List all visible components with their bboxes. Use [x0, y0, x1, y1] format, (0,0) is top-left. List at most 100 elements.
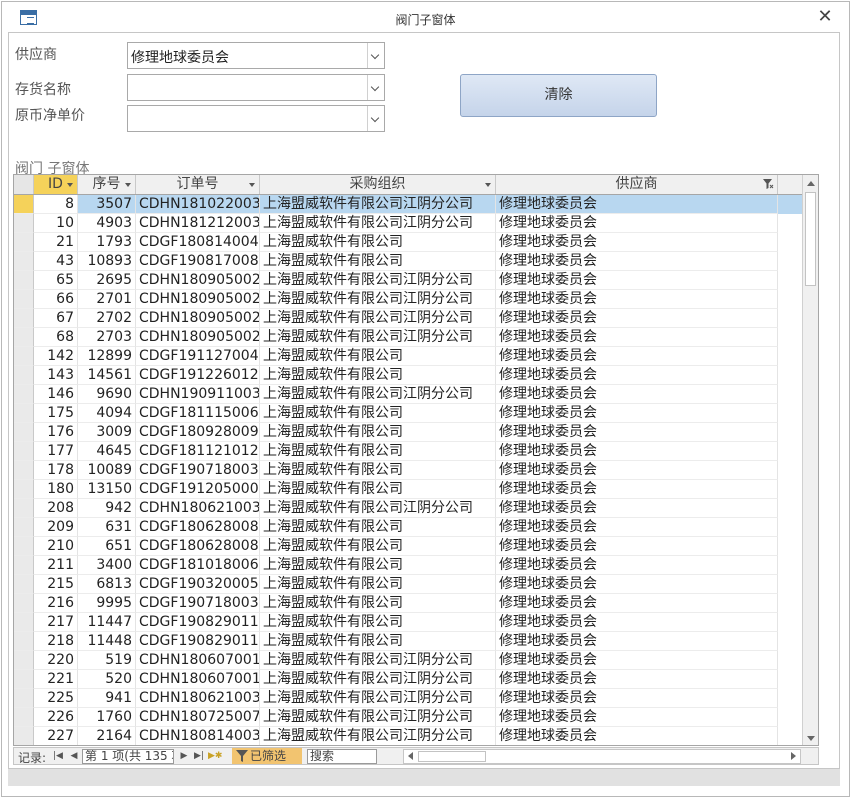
cell-id[interactable]: 65	[34, 271, 78, 290]
filtered-toggle[interactable]: 已筛选	[232, 748, 302, 764]
table-row[interactable]: 210 651 CDGF1806280085 上海盟威软件有限公司 修理地球委员会	[14, 537, 804, 556]
table-row[interactable]: 146 9690 CDHN1909110035 上海盟威软件有限公司江阴分公司 修理地球…	[14, 385, 804, 404]
record-selector[interactable]	[14, 195, 34, 214]
cell-purchasing-org[interactable]: 上海盟威软件有限公司江阴分公司	[260, 290, 496, 309]
datasheet-grid[interactable]: ID 序号 订单号 采购组织 供应商 8 3507 CDHN1810220033 上海…	[13, 174, 819, 746]
record-selector[interactable]	[14, 252, 34, 271]
cell-seq[interactable]: 1793	[78, 233, 136, 252]
cell-id[interactable]: 175	[34, 404, 78, 423]
cell-purchasing-org[interactable]: 上海盟威软件有限公司	[260, 233, 496, 252]
cell-order-no[interactable]: CDGF1811210122	[136, 442, 260, 461]
table-row[interactable]: 21 1793 CDGF1808140044 上海盟威软件有限公司 修理地球委员会	[14, 233, 804, 252]
table-row[interactable]: 227 2164 CDHN1808140038 上海盟威软件有限公司江阴分公司 修理地球…	[14, 727, 804, 745]
cell-id[interactable]: 211	[34, 556, 78, 575]
cell-purchasing-org[interactable]: 上海盟威软件有限公司	[260, 613, 496, 632]
cell-purchasing-org[interactable]: 上海盟威软件有限公司	[260, 480, 496, 499]
record-selector[interactable]	[14, 708, 34, 727]
supplier-combo[interactable]: 修理地球委员会	[127, 42, 385, 69]
cell-supplier[interactable]: 修理地球委员会	[496, 632, 778, 651]
record-selector[interactable]	[14, 499, 34, 518]
horizontal-scrollbar[interactable]	[403, 749, 801, 764]
cell-seq[interactable]: 11447	[78, 613, 136, 632]
cell-purchasing-org[interactable]: 上海盟威软件有限公司江阴分公司	[260, 689, 496, 708]
record-selector[interactable]	[14, 290, 34, 309]
scroll-thumb[interactable]	[805, 192, 816, 286]
cell-purchasing-org[interactable]: 上海盟威软件有限公司	[260, 461, 496, 480]
cell-order-no[interactable]: CDGF1908290111	[136, 613, 260, 632]
table-row[interactable]: 175 4094 CDGF1811150068 上海盟威软件有限公司 修理地球委员会	[14, 404, 804, 423]
cell-id[interactable]: 67	[34, 309, 78, 328]
cell-id[interactable]: 226	[34, 708, 78, 727]
table-row[interactable]: 215 6813 CDGF1903200058 上海盟威软件有限公司 修理地球委员会	[14, 575, 804, 594]
cell-id[interactable]: 177	[34, 442, 78, 461]
cell-supplier[interactable]: 修理地球委员会	[496, 233, 778, 252]
record-selector[interactable]	[14, 461, 34, 480]
cell-id[interactable]: 176	[34, 423, 78, 442]
cell-purchasing-org[interactable]: 上海盟威软件有限公司江阴分公司	[260, 271, 496, 290]
cell-seq[interactable]: 631	[78, 518, 136, 537]
cell-order-no[interactable]: CDHN1808140038	[136, 727, 260, 745]
clear-button[interactable]: 清除	[460, 74, 657, 117]
vertical-scrollbar[interactable]	[802, 175, 818, 745]
cell-supplier[interactable]: 修理地球委员会	[496, 290, 778, 309]
cell-purchasing-org[interactable]: 上海盟威软件有限公司江阴分公司	[260, 670, 496, 689]
table-row[interactable]: 143 14561 CDGF1912260124 上海盟威软件有限公司 修理地球委员会	[14, 366, 804, 385]
record-selector[interactable]	[14, 366, 34, 385]
table-row[interactable]: 176 3009 CDGF1809280091 上海盟威软件有限公司 修理地球委员会	[14, 423, 804, 442]
cell-supplier[interactable]: 修理地球委员会	[496, 404, 778, 423]
cell-order-no[interactable]: CDGF1903200058	[136, 575, 260, 594]
cell-order-no[interactable]: CDGF1907180031	[136, 594, 260, 613]
cell-seq[interactable]: 6813	[78, 575, 136, 594]
record-selector[interactable]	[14, 632, 34, 651]
table-row[interactable]: 225 941 CDHN1806210037 上海盟威软件有限公司江阴分公司 修理地球委…	[14, 689, 804, 708]
table-row[interactable]: 68 2703 CDHN1809050020 上海盟威软件有限公司江阴分公司 修理地球委…	[14, 328, 804, 347]
cell-id[interactable]: 218	[34, 632, 78, 651]
cell-order-no[interactable]: CDHN1909110035	[136, 385, 260, 404]
record-selector[interactable]	[14, 423, 34, 442]
cell-supplier[interactable]: 修理地球委员会	[496, 252, 778, 271]
cell-supplier[interactable]: 修理地球委员会	[496, 214, 778, 233]
cell-id[interactable]: 220	[34, 651, 78, 670]
cell-purchasing-org[interactable]: 上海盟威软件有限公司江阴分公司	[260, 195, 496, 214]
cell-seq[interactable]: 4094	[78, 404, 136, 423]
cell-id[interactable]: 10	[34, 214, 78, 233]
cell-id[interactable]: 221	[34, 670, 78, 689]
cell-order-no[interactable]: CDGF1912260124	[136, 366, 260, 385]
cell-seq[interactable]: 2701	[78, 290, 136, 309]
cell-id[interactable]: 142	[34, 347, 78, 366]
chevron-down-icon[interactable]	[367, 106, 384, 131]
cell-purchasing-org[interactable]: 上海盟威软件有限公司江阴分公司	[260, 708, 496, 727]
table-row[interactable]: 65 2695 CDHN1809050020 上海盟威软件有限公司江阴分公司 修理地球委…	[14, 271, 804, 290]
cell-purchasing-org[interactable]: 上海盟威软件有限公司	[260, 442, 496, 461]
cell-seq[interactable]: 1760	[78, 708, 136, 727]
cell-order-no[interactable]: CDHN1806210037	[136, 499, 260, 518]
cell-order-no[interactable]: CDGF1808140044	[136, 233, 260, 252]
cell-order-no[interactable]: CDGF1811150068	[136, 404, 260, 423]
table-row[interactable]: 218 11448 CDGF1908290111 上海盟威软件有限公司 修理地球委员会	[14, 632, 804, 651]
cell-purchasing-org[interactable]: 上海盟威软件有限公司江阴分公司	[260, 214, 496, 233]
cell-order-no[interactable]: CDGF1809280091	[136, 423, 260, 442]
cell-order-no[interactable]: CDGF1806280085	[136, 537, 260, 556]
current-record-box[interactable]: 第 1 项(共 135 项)	[82, 749, 174, 764]
column-header-order-no[interactable]: 订单号	[136, 175, 260, 194]
search-input[interactable]: 搜索	[307, 749, 377, 764]
scroll-right-icon[interactable]	[791, 752, 796, 760]
cell-id[interactable]: 68	[34, 328, 78, 347]
hscroll-thumb[interactable]	[418, 751, 486, 762]
sort-arrow-icon[interactable]	[125, 183, 131, 187]
table-row[interactable]: 220 519 CDHN1806070013 上海盟威软件有限公司江阴分公司 修理地球委…	[14, 651, 804, 670]
cell-supplier[interactable]: 修理地球委员会	[496, 328, 778, 347]
cell-id[interactable]: 180	[34, 480, 78, 499]
table-row[interactable]: 208 942 CDHN1806210037 上海盟威软件有限公司江阴分公司 修理地球委…	[14, 499, 804, 518]
cell-purchasing-org[interactable]: 上海盟威软件有限公司江阴分公司	[260, 328, 496, 347]
cell-purchasing-org[interactable]: 上海盟威软件有限公司江阴分公司	[260, 385, 496, 404]
cell-seq[interactable]: 11448	[78, 632, 136, 651]
cell-id[interactable]: 209	[34, 518, 78, 537]
chevron-down-icon[interactable]	[367, 43, 384, 68]
cell-purchasing-org[interactable]: 上海盟威软件有限公司	[260, 594, 496, 613]
cell-order-no[interactable]: CDHN1809050020	[136, 271, 260, 290]
table-row[interactable]: 178 10089 CDGF1907180031 上海盟威软件有限公司 修理地球委员会	[14, 461, 804, 480]
cell-order-no[interactable]: CDGF1912050007	[136, 480, 260, 499]
cell-seq[interactable]: 10893	[78, 252, 136, 271]
record-selector[interactable]	[14, 556, 34, 575]
